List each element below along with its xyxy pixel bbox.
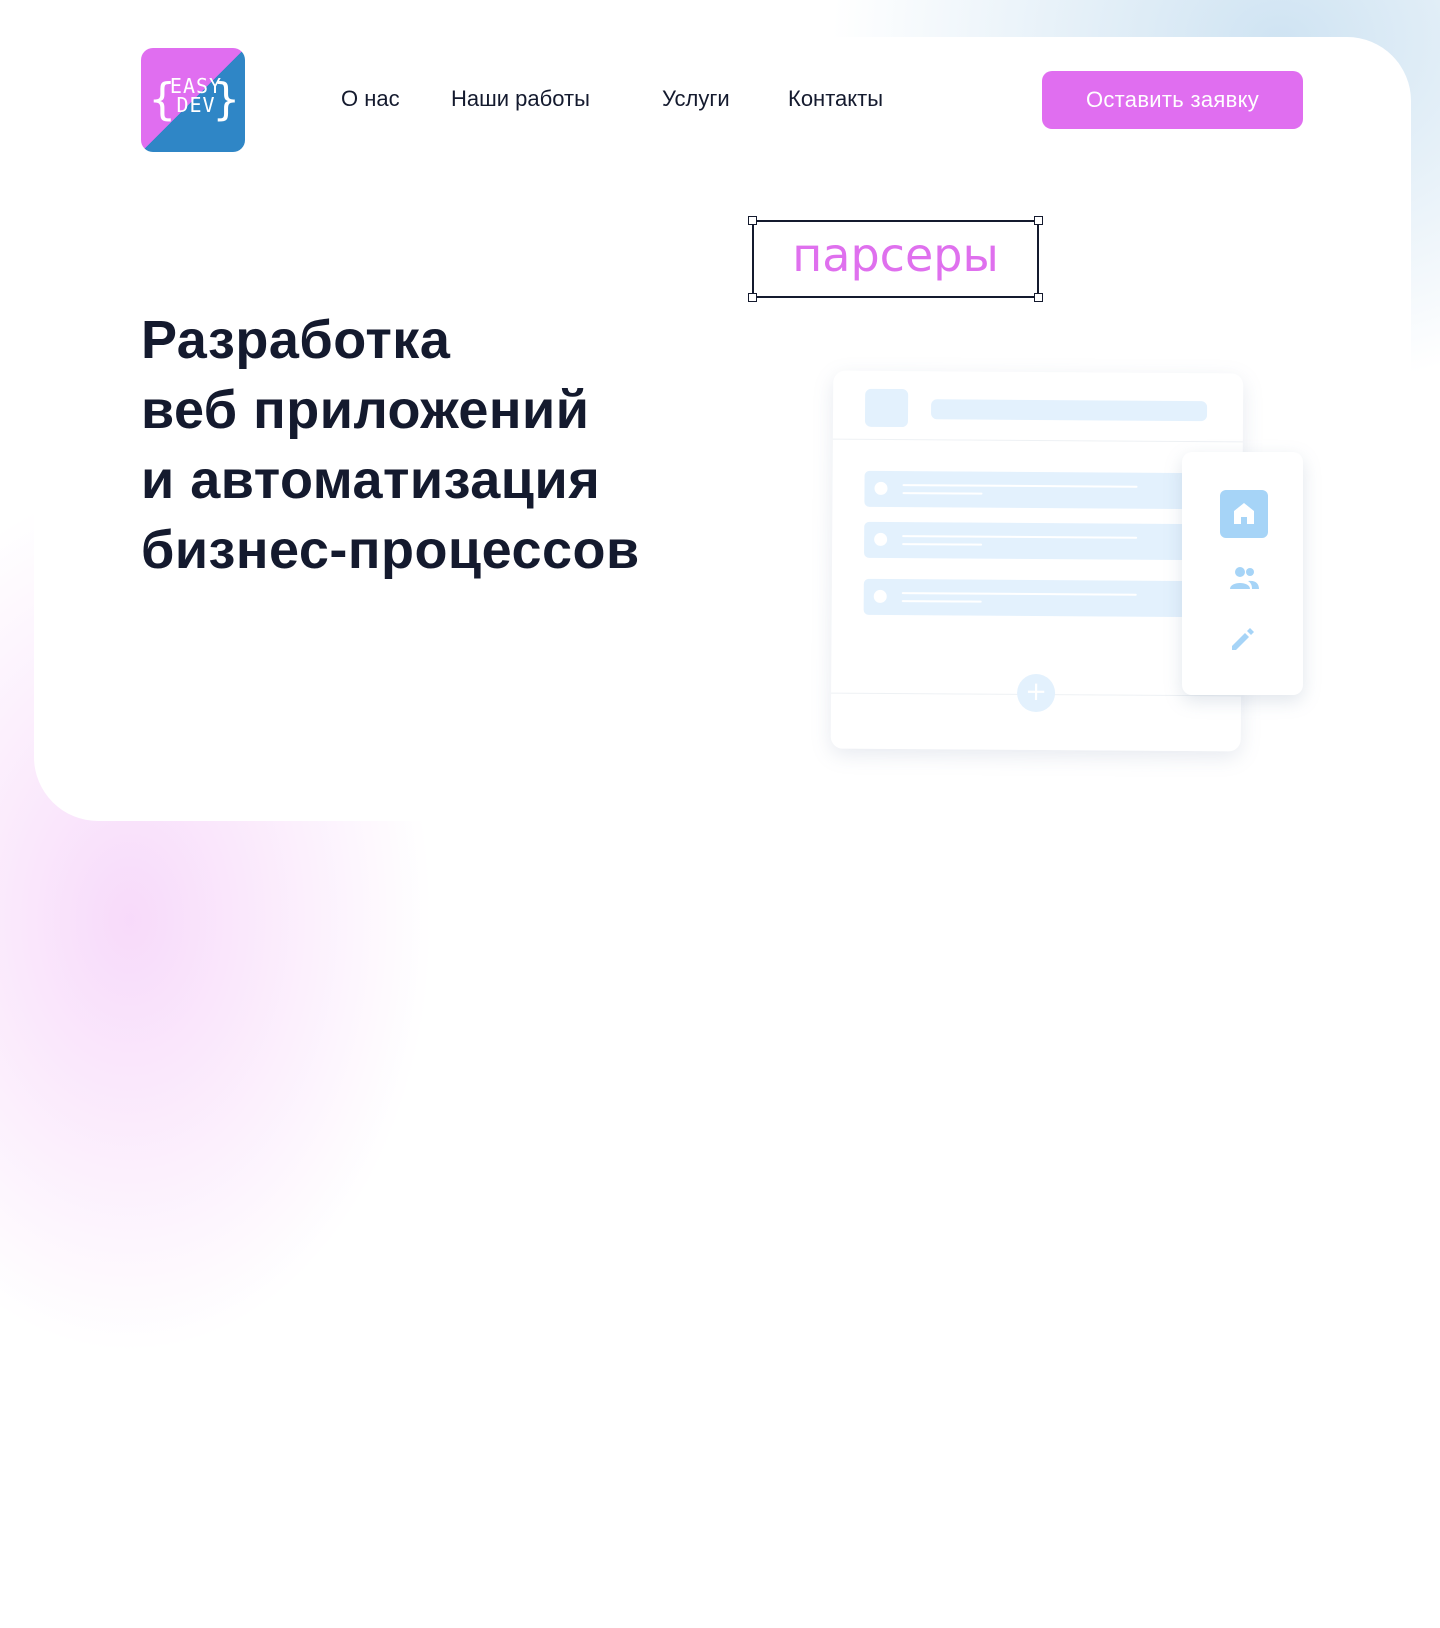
list-bullet [874, 532, 888, 546]
resize-handle-bottom-left [748, 293, 757, 302]
nav-item-works[interactable]: Наши работы [451, 86, 590, 112]
nav-item-services[interactable]: Услуги [662, 86, 730, 112]
title-line-3: и автоматизация [141, 450, 601, 510]
nav-item-about[interactable]: О нас [341, 86, 400, 112]
list-item [863, 578, 1224, 618]
nav-item-contacts[interactable]: Контакты [788, 86, 883, 112]
leave-request-button[interactable]: Оставить заявку [1042, 71, 1303, 129]
logo[interactable]: { } EASY DEV [141, 48, 245, 152]
illustration-side-panel [1182, 452, 1303, 695]
title-line-2: веб приложений [141, 380, 590, 440]
resize-handle-bottom-right [1034, 293, 1043, 302]
list-line [902, 492, 983, 495]
highlight-word-box: парсеры [748, 216, 1043, 302]
illustration-avatar-placeholder [864, 388, 909, 428]
list-line [902, 484, 1138, 488]
resize-handle-top-left [748, 216, 757, 225]
list-line [902, 535, 1138, 539]
list-line [901, 592, 1137, 596]
home-icon [1220, 490, 1268, 538]
title-line-4: бизнес-процессов [141, 520, 640, 580]
list-item [864, 470, 1225, 510]
list-line [901, 600, 982, 603]
pencil-icon [1228, 624, 1258, 654]
illustration-title-placeholder [930, 399, 1208, 422]
divider [832, 438, 1243, 443]
title-line-1: Разработка [141, 310, 451, 370]
plus-icon: + [1016, 673, 1056, 713]
list-item [864, 521, 1225, 561]
list-line [902, 543, 983, 546]
list-bullet [873, 589, 887, 603]
resize-handle-top-right [1034, 216, 1043, 225]
list-bullet [874, 481, 888, 495]
logo-line-dev: DEV [176, 93, 216, 117]
highlight-word: парсеры [792, 228, 999, 282]
page-title: Разработка веб приложений и автоматизаци… [141, 305, 640, 585]
logo-text: EASY DEV [141, 76, 245, 117]
users-icon [1228, 565, 1260, 593]
